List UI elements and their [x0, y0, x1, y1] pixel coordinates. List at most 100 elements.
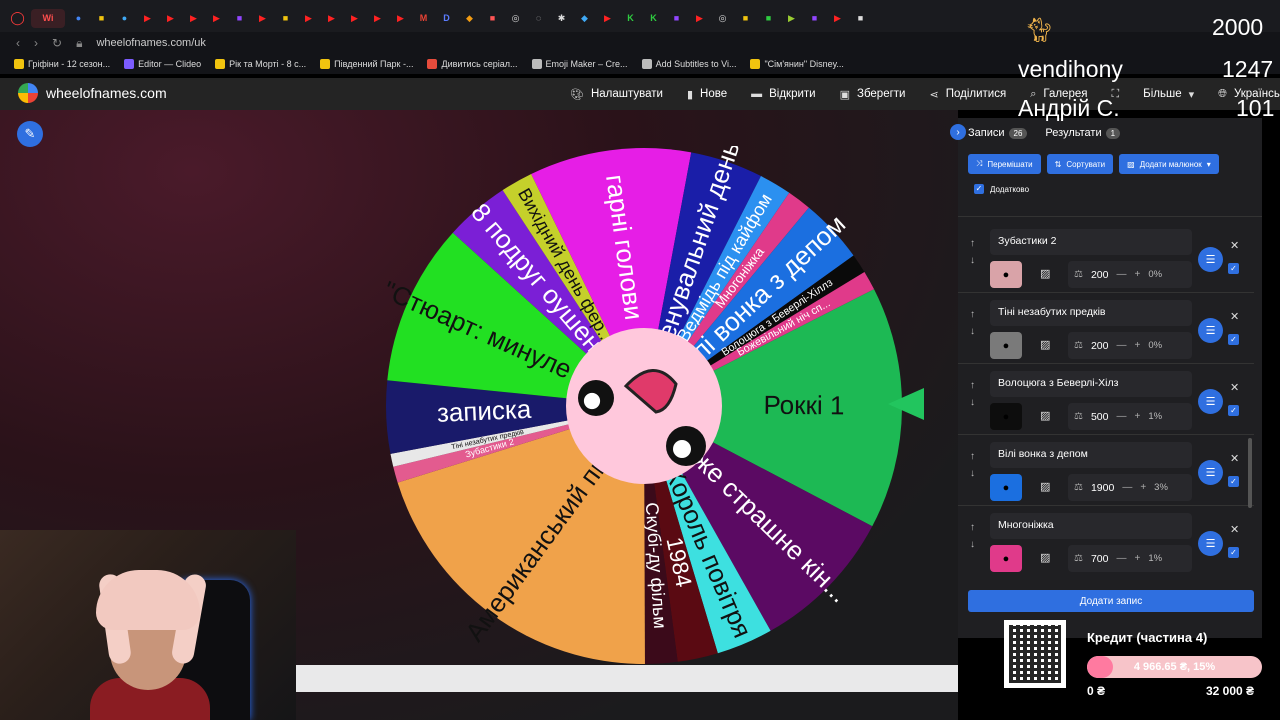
entry-image-icon[interactable]: ▨	[1040, 267, 1050, 280]
increment-button[interactable]: +	[1135, 553, 1141, 564]
entry-weight-value[interactable]: 500	[1091, 411, 1109, 423]
delete-entry-icon[interactable]: ✕	[1230, 523, 1239, 536]
bookmark-item[interactable]: Грiфiни - 12 сезон...	[14, 59, 110, 69]
delete-entry-icon[interactable]: ✕	[1230, 381, 1239, 394]
tab-favicon-icon[interactable]: ●	[115, 9, 134, 28]
tab-favicon-icon[interactable]: ◎	[713, 9, 732, 28]
entry-settings-button[interactable]: ☰	[1198, 460, 1223, 485]
bookmark-item[interactable]: "Сім'янин" Disney...	[750, 59, 844, 69]
reorder-arrows-icon[interactable]: ↑ ↓	[970, 306, 975, 340]
entry-color-button[interactable]: ●	[990, 474, 1022, 501]
entry-settings-button[interactable]: ☰	[1198, 389, 1223, 414]
tab-favicon-icon[interactable]: ■	[276, 9, 295, 28]
tab-favicon-icon[interactable]: D	[437, 9, 456, 28]
tab-favicon-icon[interactable]: ▶	[322, 9, 341, 28]
reorder-arrows-icon[interactable]: ↑ ↓	[970, 519, 975, 553]
decrement-button[interactable]: —	[1117, 411, 1127, 422]
entry-weight-value[interactable]: 1900	[1091, 482, 1114, 494]
delete-entry-icon[interactable]: ✕	[1230, 239, 1239, 252]
entry-enabled-checkbox[interactable]: ✓	[1228, 476, 1239, 487]
menu-share[interactable]: ⋖ Поділитися	[929, 88, 1006, 101]
tab-results[interactable]: Результати 1	[1045, 127, 1121, 139]
menu-open[interactable]: ▬ Відкрити	[751, 88, 815, 100]
entry-name-field[interactable]: Зубастики 2	[990, 229, 1192, 255]
back-icon[interactable]: ‹	[16, 36, 20, 50]
tab-favicon-icon[interactable]: K	[621, 9, 640, 28]
decrement-button[interactable]: —	[1117, 269, 1127, 280]
entry-image-icon[interactable]: ▨	[1040, 338, 1050, 351]
tab-favicon-icon[interactable]: ■	[92, 9, 111, 28]
entry-enabled-checkbox[interactable]: ✓	[1228, 334, 1239, 345]
entry-name-field[interactable]: Многоніжка	[990, 513, 1192, 539]
advanced-checkbox[interactable]: ✓	[974, 184, 984, 194]
entry-color-button[interactable]: ●	[990, 403, 1022, 430]
edit-wheel-button[interactable]: ✎	[17, 121, 43, 147]
forward-icon[interactable]: ›	[34, 36, 38, 50]
bookmark-item[interactable]: Editor — Clideo	[124, 59, 201, 69]
tab-favicon-icon[interactable]: ▶	[345, 9, 364, 28]
decrement-button[interactable]: —	[1117, 340, 1127, 351]
entry-color-button[interactable]: ●	[990, 332, 1022, 359]
tab-entries[interactable]: Записи 26	[968, 127, 1028, 139]
reorder-arrows-icon[interactable]: ↑ ↓	[970, 377, 975, 411]
bookmark-item[interactable]: Рiк та Морті - 8 с...	[215, 59, 306, 69]
tab-wheelofnames[interactable]: Wi	[31, 8, 65, 28]
tab-favicon-icon[interactable]: ▶	[207, 9, 226, 28]
brand[interactable]: wheelofnames.com	[18, 83, 167, 103]
tab-favicon-icon[interactable]: ▶	[253, 9, 272, 28]
tab-favicon-icon[interactable]: M	[414, 9, 433, 28]
tab-favicon-icon[interactable]: ▶	[184, 9, 203, 28]
entry-weight-value[interactable]: 200	[1091, 269, 1109, 281]
tab-favicon-icon[interactable]: ■	[759, 9, 778, 28]
sort-button[interactable]: ⇅ Сортувати	[1046, 154, 1114, 174]
entry-image-icon[interactable]: ▨	[1040, 551, 1050, 564]
tab-favicon-icon[interactable]: ◌	[529, 9, 548, 28]
tab-favicon-icon[interactable]: ■	[667, 9, 686, 28]
tab-favicon-icon[interactable]: ▶	[368, 9, 387, 28]
entry-image-icon[interactable]: ▨	[1040, 480, 1050, 493]
entry-color-button[interactable]: ●	[990, 261, 1022, 288]
reorder-arrows-icon[interactable]: ↑ ↓	[970, 448, 975, 482]
menu-save[interactable]: ▣ Зберегти	[840, 88, 906, 101]
entries-scrollbar[interactable]	[1248, 438, 1252, 508]
entry-weight-value[interactable]: 200	[1091, 340, 1109, 352]
entry-image-icon[interactable]: ▨	[1040, 409, 1050, 422]
entry-enabled-checkbox[interactable]: ✓	[1228, 405, 1239, 416]
tab-favicon-icon[interactable]: ◆	[460, 9, 479, 28]
add-image-button[interactable]: ▨ Додати малюнок ▾	[1119, 154, 1219, 174]
reload-icon[interactable]: ↻	[52, 36, 62, 50]
tab-favicon-icon[interactable]: ◆	[575, 9, 594, 28]
increment-button[interactable]: +	[1135, 411, 1141, 422]
entry-name-field[interactable]: Тiнi незабутих предкiв	[990, 300, 1192, 326]
tab-favicon-icon[interactable]: ▶	[299, 9, 318, 28]
delete-entry-icon[interactable]: ✕	[1230, 452, 1239, 465]
entry-settings-button[interactable]: ☰	[1198, 531, 1223, 556]
menu-more[interactable]: Більше ▾	[1143, 88, 1194, 101]
shuffle-button[interactable]: ⤨ Перемішати	[968, 154, 1041, 174]
tab-favicon-icon[interactable]: ■	[736, 9, 755, 28]
wheel[interactable]: Роккі 1Дуже страшне кін...Король повітря…	[384, 146, 904, 666]
tab-favicon-icon[interactable]: ◎	[506, 9, 525, 28]
tab-favicon-icon[interactable]: ▶	[598, 9, 617, 28]
entry-settings-button[interactable]: ☰	[1198, 318, 1223, 343]
tab-favicon-icon[interactable]: ■	[851, 9, 870, 28]
tab-favicon-icon[interactable]: ■	[483, 9, 502, 28]
bookmark-item[interactable]: Південний Парк -...	[320, 59, 413, 69]
increment-button[interactable]: +	[1135, 340, 1141, 351]
entry-settings-button[interactable]: ☰	[1198, 247, 1223, 272]
entry-enabled-checkbox[interactable]: ✓	[1228, 263, 1239, 274]
entry-enabled-checkbox[interactable]: ✓	[1228, 547, 1239, 558]
tab-favicon-icon[interactable]: ▶	[161, 9, 180, 28]
decrement-button[interactable]: —	[1122, 482, 1132, 493]
increment-button[interactable]: +	[1135, 269, 1141, 280]
tab-favicon-icon[interactable]: ▶	[828, 9, 847, 28]
tab-favicon-icon[interactable]: ■	[805, 9, 824, 28]
bookmark-item[interactable]: Add Subtitles to Vi...	[641, 59, 736, 69]
tab-favicon-icon[interactable]: ●	[69, 9, 88, 28]
url-field[interactable]: wheelofnames.com/uk	[96, 37, 205, 49]
tab-favicon-icon[interactable]: ▶	[690, 9, 709, 28]
menu-new[interactable]: ▮ Нове	[687, 88, 727, 101]
entry-name-field[interactable]: Вiлi вонка з депом	[990, 442, 1192, 468]
decrement-button[interactable]: —	[1117, 553, 1127, 564]
tab-favicon-icon[interactable]: ✱	[552, 9, 571, 28]
